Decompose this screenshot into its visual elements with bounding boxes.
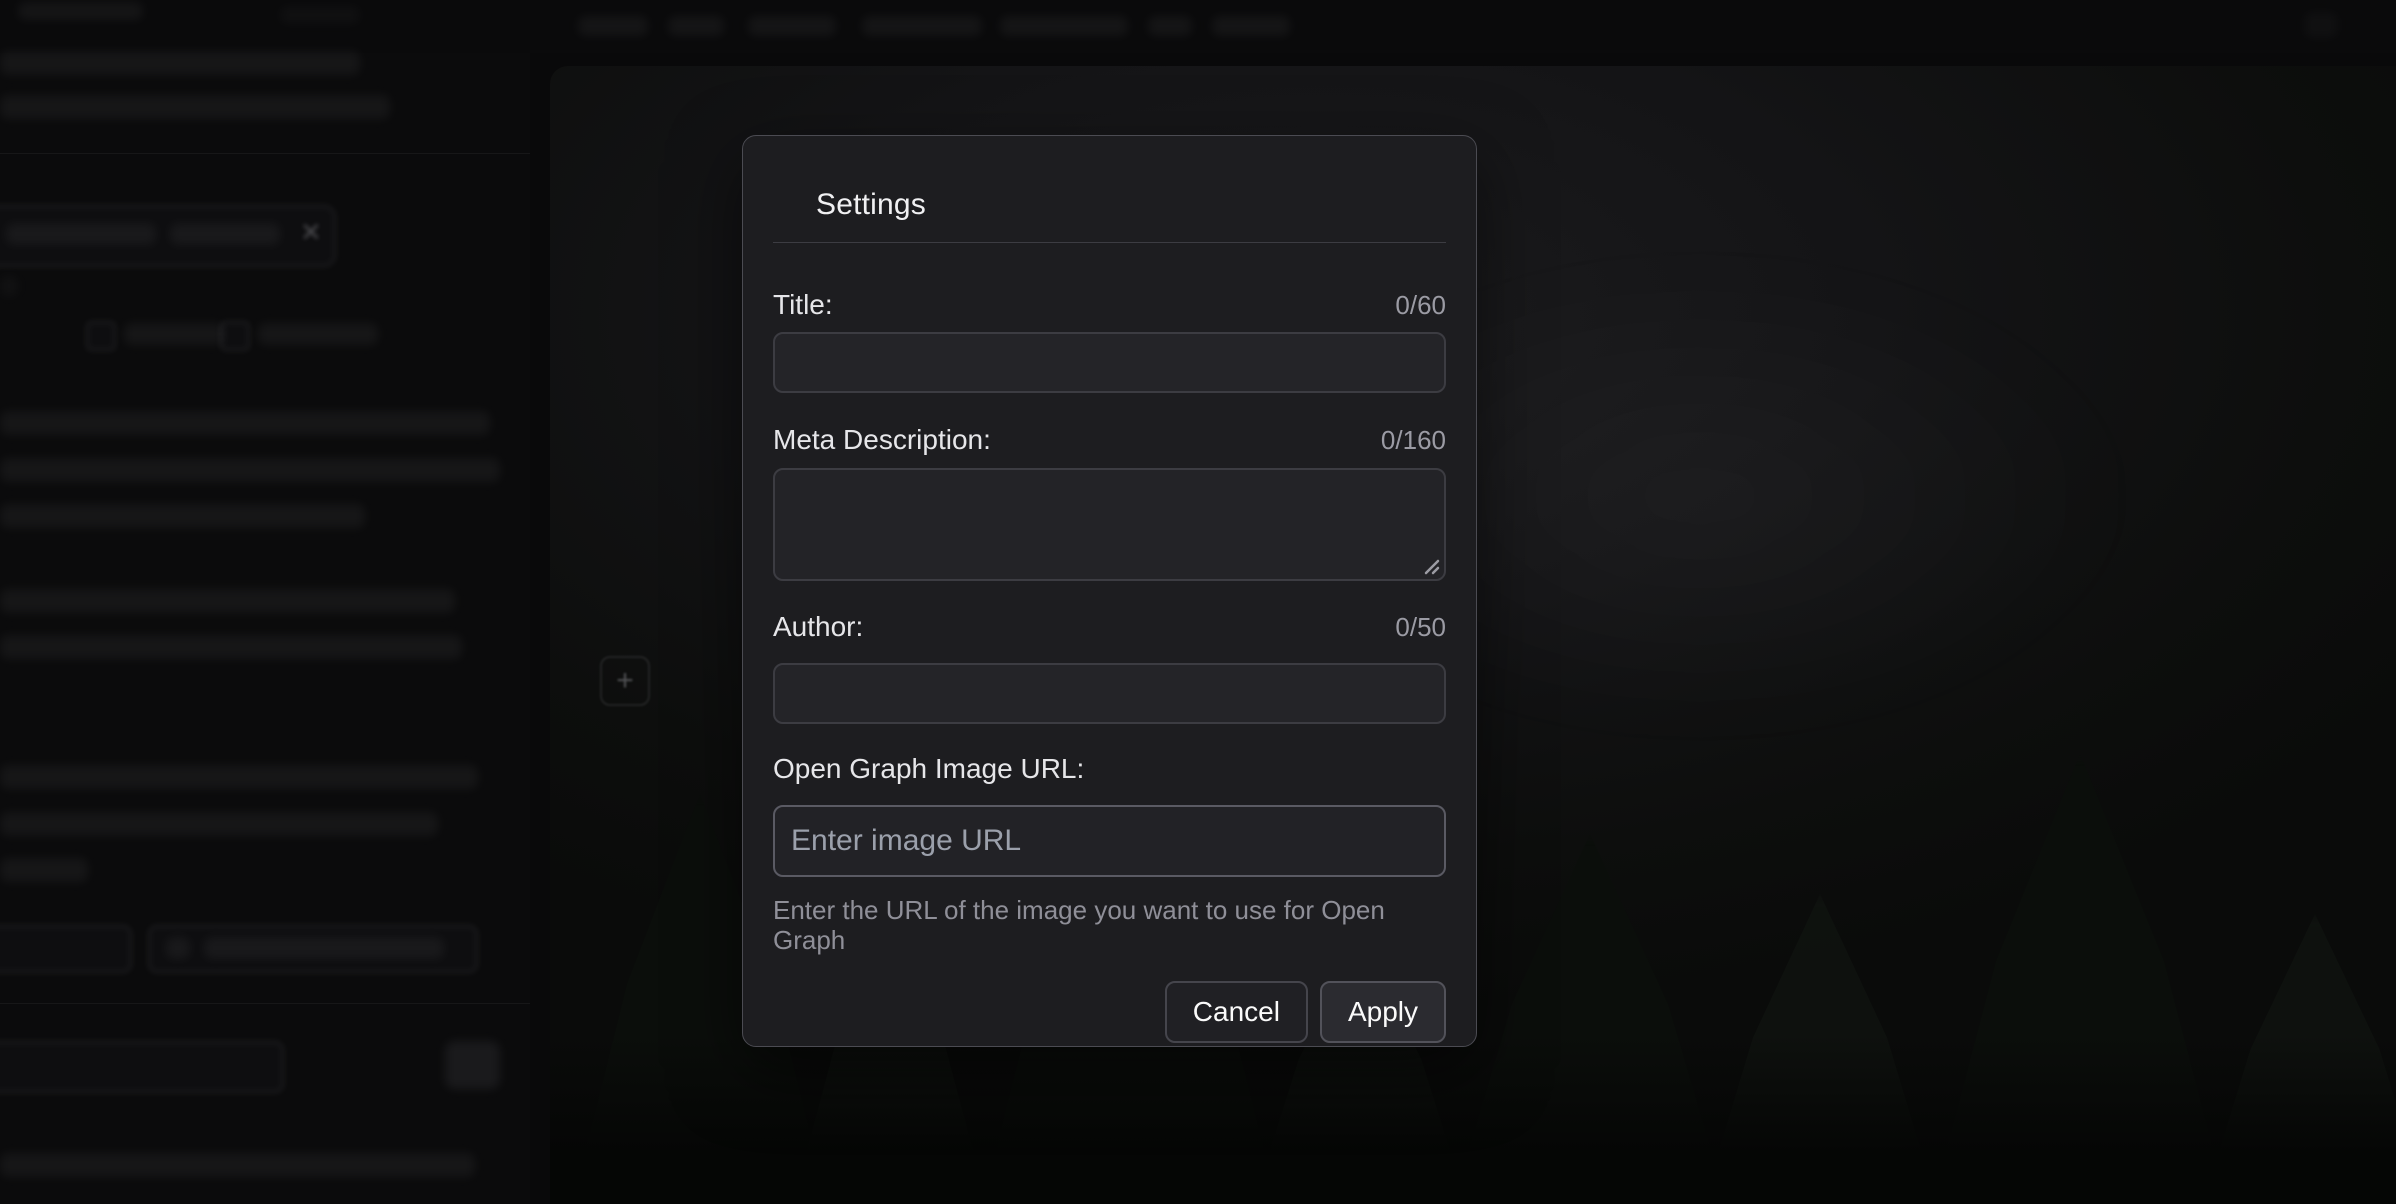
dialog-divider	[773, 242, 1446, 243]
title-label: Title:	[773, 288, 833, 322]
blurred-text-line	[0, 275, 18, 297]
checkbox-icon	[220, 321, 250, 351]
og-image-helper-text: Enter the URL of the image you want to u…	[773, 895, 1446, 955]
toolbar-item-blob	[748, 16, 836, 36]
apply-button[interactable]: Apply	[1320, 981, 1446, 1043]
dialog-actions: Cancel Apply	[773, 981, 1446, 1043]
toolbar-item-blob	[578, 16, 648, 36]
blurred-text-line	[0, 858, 88, 882]
sidebar-divider	[0, 1003, 530, 1004]
window-control-blob	[18, 2, 143, 20]
og-image-label-row: Open Graph Image URL:	[773, 752, 1446, 786]
blurred-text-line	[0, 1153, 475, 1177]
icon-button-blob	[445, 1041, 500, 1089]
meta-description-textarea[interactable]	[773, 468, 1446, 581]
blurred-text-line	[0, 458, 500, 482]
blurred-text-line	[6, 223, 156, 245]
checkbox-icon	[86, 321, 116, 351]
blurred-text-line	[0, 812, 438, 836]
title-char-counter: 0/60	[1395, 290, 1446, 321]
blurred-text-line	[0, 411, 490, 435]
dialog-title: Settings	[816, 188, 1446, 222]
sidebar: ✕	[0, 53, 530, 1204]
og-image-label: Open Graph Image URL:	[773, 752, 1084, 786]
blurred-text-line	[204, 937, 444, 959]
top-toolbar	[0, 0, 2396, 53]
title-input[interactable]	[773, 332, 1446, 393]
dialog-header: Settings	[743, 136, 1476, 222]
toolbar-item-blob	[280, 6, 360, 24]
blurred-text-line	[258, 323, 378, 345]
blurred-text-line	[0, 95, 390, 119]
toolbar-item-blob	[668, 16, 724, 36]
toolbar-item-blob	[862, 16, 982, 36]
meta-description-wrap	[773, 468, 1446, 581]
sidebar-divider	[0, 153, 530, 154]
blurred-text-line	[170, 223, 280, 245]
blurred-text-line	[0, 589, 455, 613]
author-label: Author:	[773, 610, 863, 644]
sidebar-button-blob	[0, 925, 132, 973]
meta-description-label: Meta Description:	[773, 423, 991, 457]
blurred-text-line	[0, 635, 462, 659]
ground-gradient	[550, 1034, 2396, 1204]
plus-button: +	[600, 656, 650, 706]
screen: ✕ +	[0, 0, 2396, 1204]
book-icon	[166, 937, 190, 959]
meta-description-char-counter: 0/160	[1381, 425, 1446, 456]
close-icon: ✕	[300, 219, 322, 245]
author-input[interactable]	[773, 663, 1446, 724]
toolbar-item-blob	[1000, 16, 1128, 36]
og-image-url-input[interactable]	[773, 805, 1446, 877]
gear-icon	[2304, 12, 2338, 38]
title-label-row: Title: 0/60	[773, 288, 1446, 322]
toolbar-dropdown-blob	[1212, 16, 1290, 36]
blurred-text-line	[124, 323, 224, 345]
blurred-text-line	[0, 51, 360, 75]
settings-dialog: Settings Title: 0/60 Meta Description: 0…	[742, 135, 1477, 1047]
sidebar-input-blob	[0, 1041, 284, 1093]
blurred-text-line	[0, 504, 365, 528]
toolbar-item-blob	[1148, 16, 1192, 36]
author-char-counter: 0/50	[1395, 612, 1446, 643]
author-label-row: Author: 0/50	[773, 610, 1446, 644]
blurred-text-line	[0, 765, 478, 789]
cancel-button[interactable]: Cancel	[1165, 981, 1308, 1043]
meta-description-label-row: Meta Description: 0/160	[773, 423, 1446, 457]
dialog-body: Title: 0/60 Meta Description: 0/160 Auth…	[743, 288, 1476, 1043]
